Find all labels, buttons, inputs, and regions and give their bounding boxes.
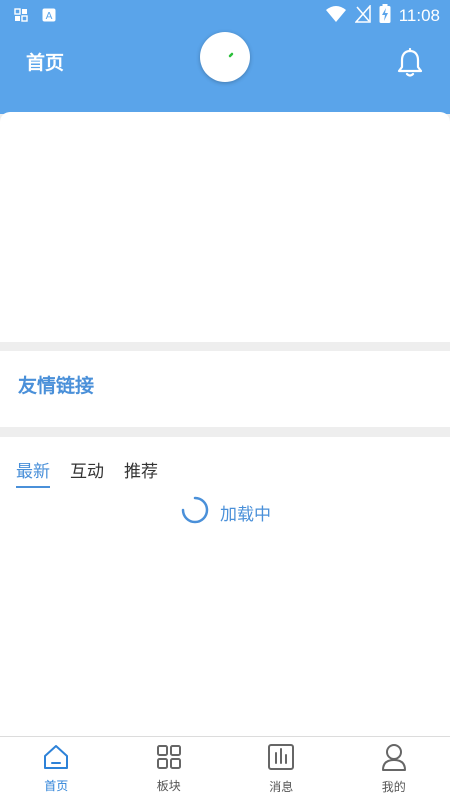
nav-boards[interactable]: 板块 xyxy=(113,737,226,800)
tab-interaction[interactable]: 互动 xyxy=(70,457,104,488)
links-card: 友情链接 xyxy=(0,351,450,427)
bottom-nav: 首页 板块 消息 我的 xyxy=(0,736,450,800)
page-title: 首页 xyxy=(26,52,65,74)
message-icon xyxy=(267,743,295,774)
nav-boards-label: 板块 xyxy=(156,778,181,793)
svg-text:A: A xyxy=(46,11,53,22)
loading-indicator: 加载中 xyxy=(180,495,271,530)
nav-home-label: 首页 xyxy=(44,778,69,793)
app-header: 首页 xyxy=(0,32,450,114)
grid-status-icon xyxy=(14,7,28,26)
status-time: 11:08 xyxy=(398,6,440,25)
bell-icon[interactable] xyxy=(396,47,424,82)
links-title: 友情链接 xyxy=(18,375,95,397)
status-bar: A 11:08 xyxy=(0,0,450,32)
feed-card: 最新 互动 推荐 加载中 xyxy=(0,437,450,737)
feed-tabs: 最新 互动 推荐 xyxy=(16,457,158,488)
no-signal-icon xyxy=(354,4,371,27)
nav-profile[interactable]: 我的 xyxy=(338,737,450,800)
nav-messages[interactable]: 消息 xyxy=(225,737,338,800)
grid-icon xyxy=(156,744,182,773)
nav-profile-label: 我的 xyxy=(381,779,406,794)
status-left: A xyxy=(14,7,56,26)
banner-card[interactable] xyxy=(0,112,450,342)
tab-recommend[interactable]: 推荐 xyxy=(124,457,158,488)
home-icon xyxy=(42,744,70,773)
battery-charging-icon xyxy=(379,4,391,28)
tab-latest[interactable]: 最新 xyxy=(16,457,50,488)
nav-home[interactable]: 首页 xyxy=(0,737,113,800)
spinner-icon xyxy=(180,495,210,530)
user-icon xyxy=(381,743,407,774)
wifi-icon xyxy=(325,5,347,27)
nav-messages-label: 消息 xyxy=(269,779,294,794)
avatar-icon[interactable] xyxy=(200,32,250,82)
status-right: 11:08 xyxy=(325,4,440,28)
a-status-icon: A xyxy=(42,7,56,26)
loading-text: 加载中 xyxy=(220,505,271,525)
